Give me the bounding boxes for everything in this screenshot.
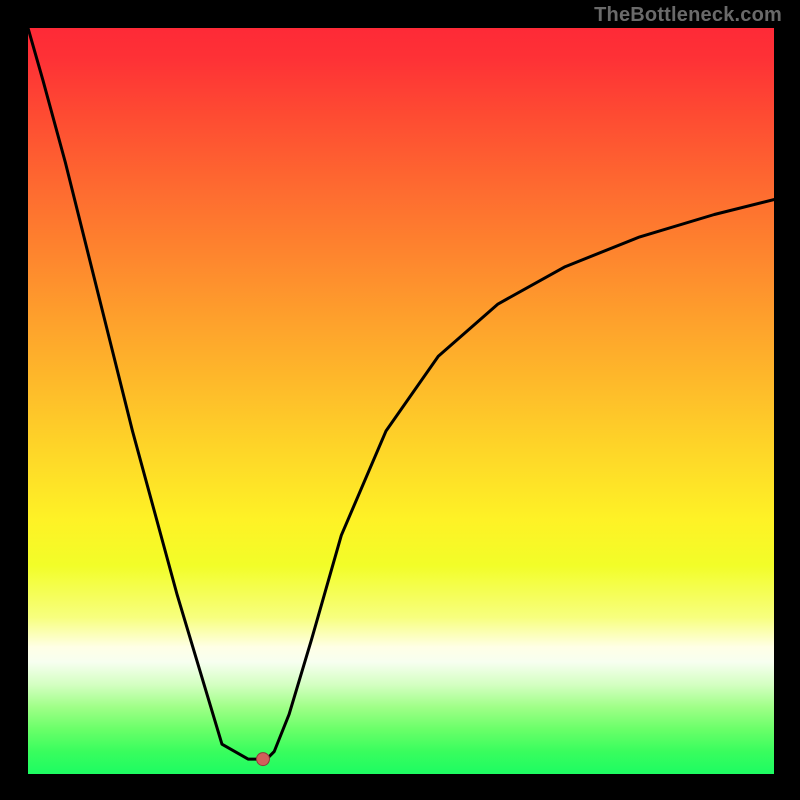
attribution-text: TheBottleneck.com bbox=[594, 4, 782, 27]
curve-layer bbox=[28, 28, 774, 774]
plot-area bbox=[28, 28, 774, 774]
bottleneck-curve bbox=[28, 28, 774, 759]
chart-frame: TheBottleneck.com bbox=[0, 0, 800, 800]
optimal-point-marker bbox=[256, 753, 269, 766]
